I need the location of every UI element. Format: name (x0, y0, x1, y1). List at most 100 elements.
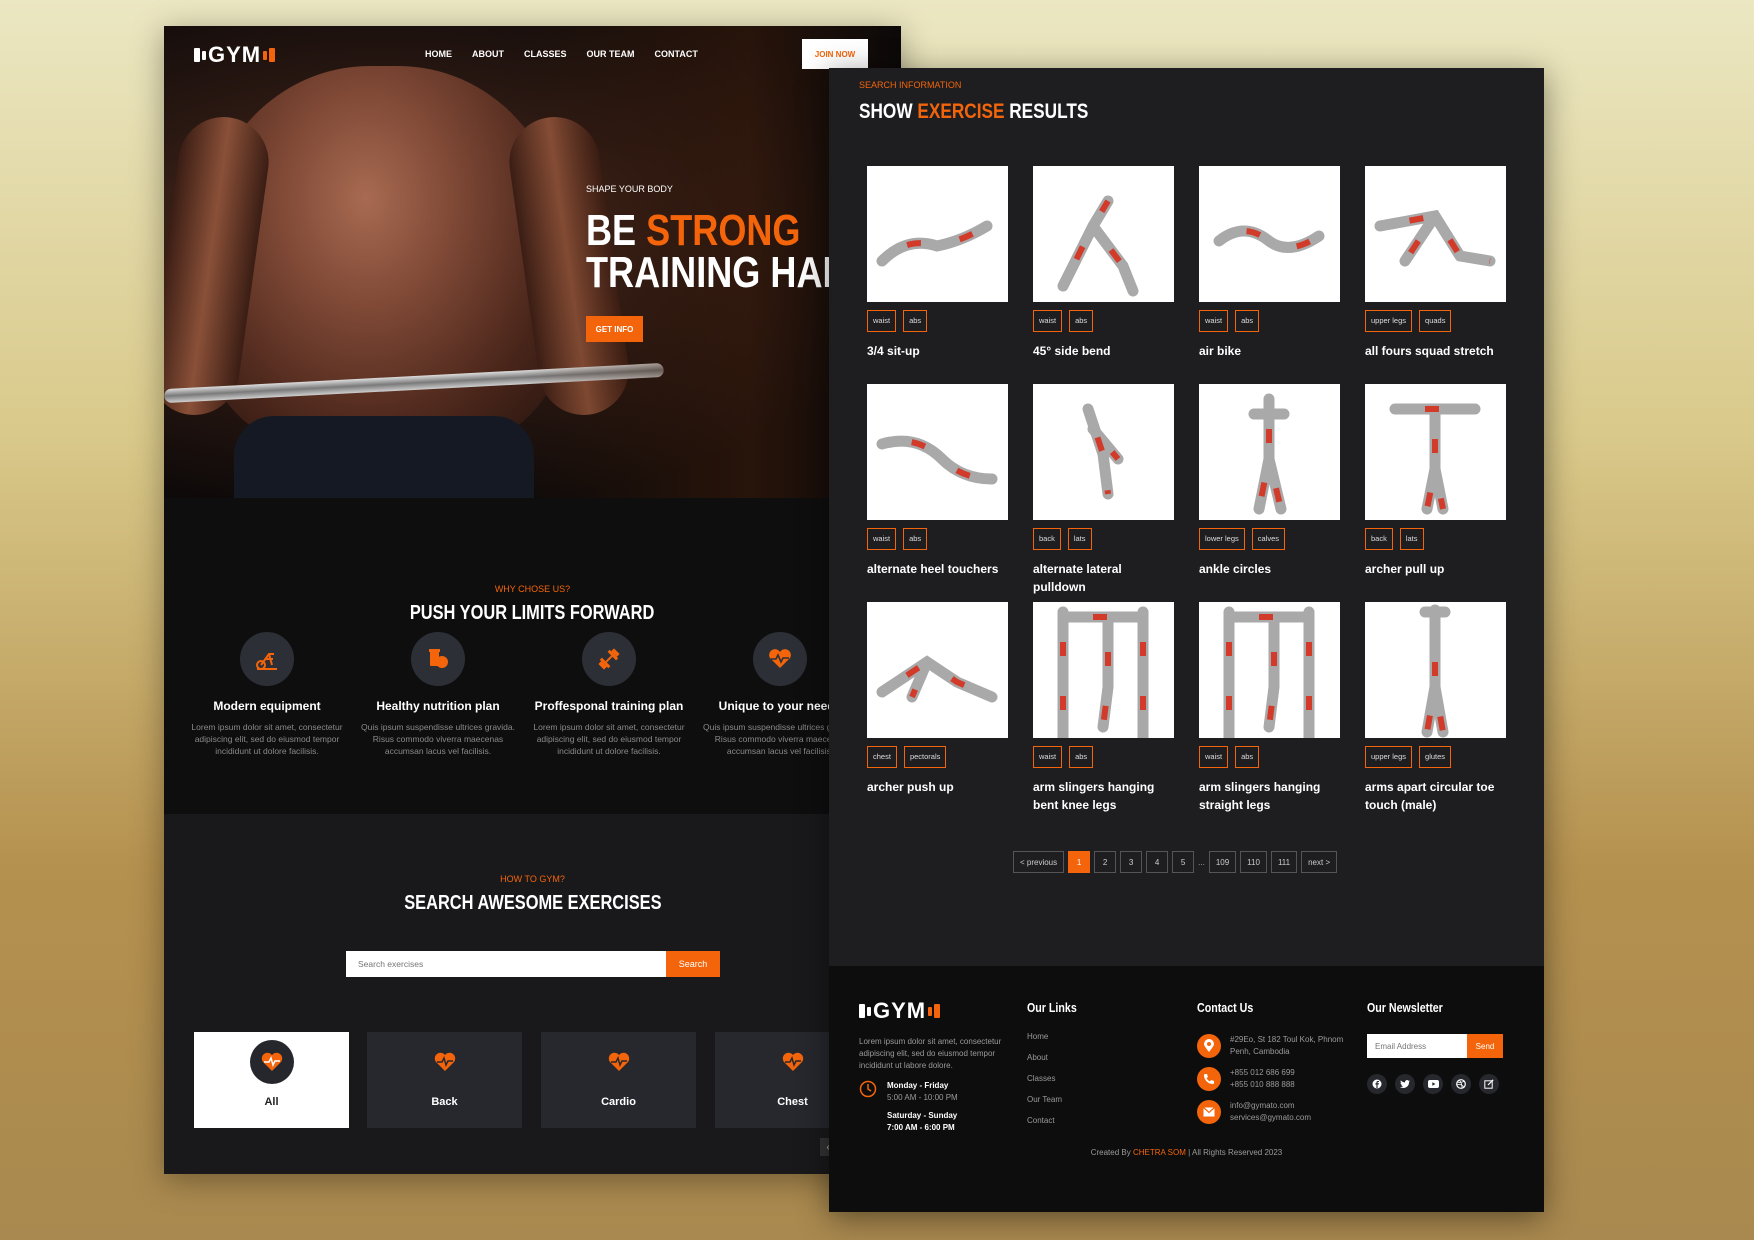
footer-logo[interactable]: GYM (859, 998, 941, 1024)
exercise-name[interactable]: arms apart circular toe touch (male) (1365, 778, 1506, 814)
body-part-tag[interactable]: waist (1033, 746, 1063, 768)
exercise-name[interactable]: 45° side bend (1033, 342, 1174, 360)
search-input[interactable] (346, 951, 666, 977)
footer-link-about[interactable]: About (1027, 1053, 1062, 1062)
nav-classes[interactable]: CLASSES (524, 49, 567, 59)
exercise-name[interactable]: 3/4 sit-up (867, 342, 1008, 360)
exercise-card[interactable]: waist abs arm slingers hanging straight le… (1199, 602, 1340, 814)
body-part-tag[interactable]: waist (1033, 310, 1063, 332)
nav-about[interactable]: ABOUT (472, 49, 504, 59)
target-muscle-tag[interactable]: lats (1067, 528, 1092, 550)
body-part-tag[interactable]: waist (867, 310, 897, 332)
email-line-1[interactable]: info@gymato.com (1230, 1100, 1311, 1112)
page-110[interactable]: 110 (1240, 851, 1267, 873)
exercise-image[interactable] (867, 602, 1008, 738)
exercise-image[interactable] (1365, 166, 1506, 302)
newsletter-email-input[interactable] (1367, 1034, 1467, 1058)
exercise-image[interactable] (1365, 602, 1506, 738)
dribbble-icon[interactable] (1451, 1074, 1471, 1094)
page-4[interactable]: 4 (1146, 851, 1169, 873)
exercise-image[interactable] (1033, 602, 1174, 738)
exercise-card[interactable]: waist abs arm slingers hanging bent knee l… (1033, 602, 1174, 814)
join-now-button[interactable]: JOIN NOW (802, 39, 868, 69)
nav-contact[interactable]: CONTACT (655, 49, 698, 59)
facebook-icon[interactable] (1367, 1074, 1387, 1094)
target-muscle-tag[interactable]: abs (903, 310, 928, 332)
page-111[interactable]: 111 (1270, 851, 1298, 873)
email-line-2[interactable]: services@gymato.com (1230, 1112, 1311, 1124)
body-part-tag[interactable]: waist (867, 528, 897, 550)
exercise-name[interactable]: air bike (1199, 342, 1340, 360)
target-muscle-tag[interactable]: glutes (1419, 746, 1452, 768)
target-muscle-tag[interactable]: abs (1235, 746, 1260, 768)
exercise-image[interactable] (1033, 384, 1174, 520)
target-muscle-tag[interactable]: abs (1235, 310, 1260, 332)
body-part-tag[interactable]: lower legs (1199, 528, 1245, 550)
exercise-card[interactable]: back lats archer pull up (1365, 384, 1506, 578)
exercise-image[interactable] (1033, 166, 1174, 302)
nav-home[interactable]: HOME (425, 49, 452, 59)
exercise-image[interactable] (867, 384, 1008, 520)
exercise-name[interactable]: arm slingers hanging straight legs (1199, 778, 1340, 814)
target-muscle-tag[interactable]: pectorals (903, 746, 947, 768)
newsletter-send-button[interactable]: Send (1467, 1034, 1503, 1058)
target-muscle-tag[interactable]: calves (1251, 528, 1286, 550)
pagination-next[interactable]: next > (1301, 851, 1338, 873)
footer-link-home[interactable]: Home (1027, 1032, 1062, 1041)
target-muscle-tag[interactable]: abs (1069, 746, 1094, 768)
body-part-tag[interactable]: back (1365, 528, 1393, 550)
exercise-name[interactable]: alternate lateral pulldown (1033, 560, 1174, 596)
exercise-card[interactable]: upper legs glutes arms apart circular toe … (1365, 602, 1506, 814)
body-part-tag[interactable]: upper legs (1365, 746, 1413, 768)
target-muscle-tag[interactable]: abs (903, 528, 928, 550)
exercise-card[interactable]: waist abs alternate heel touchers (867, 384, 1008, 578)
exercise-image[interactable] (1199, 602, 1340, 738)
exercise-card[interactable]: chest pectorals archer push up (867, 602, 1008, 796)
copyright-author-link[interactable]: CHETRA SOM (1133, 1148, 1186, 1157)
exercise-card[interactable]: upper legs quads all fours squad stretch (1365, 166, 1506, 360)
exercise-card[interactable]: waist abs air bike (1199, 166, 1340, 360)
footer-link-classes[interactable]: Classes (1027, 1074, 1062, 1083)
nav-our-team[interactable]: OUR TEAM (587, 49, 635, 59)
search-button[interactable]: Search (666, 951, 720, 977)
body-part-tag[interactable]: upper legs (1365, 310, 1413, 332)
pagination-previous[interactable]: < previous (1013, 851, 1065, 873)
footer-link-contact[interactable]: Contact (1027, 1116, 1062, 1125)
page-109[interactable]: 109 (1208, 851, 1237, 873)
category-all[interactable]: All (194, 1032, 349, 1128)
footer-link-our-team[interactable]: Our Team (1027, 1095, 1062, 1104)
page-5[interactable]: 5 (1172, 851, 1195, 873)
exercise-name[interactable]: arm slingers hanging bent knee legs (1033, 778, 1174, 814)
twitter-icon[interactable] (1395, 1074, 1415, 1094)
exercise-name[interactable]: ankle circles (1199, 560, 1340, 578)
exercise-card[interactable]: waist abs 3/4 sit-up (867, 166, 1008, 360)
category-back[interactable]: Back (367, 1032, 522, 1128)
exercise-name[interactable]: archer push up (867, 778, 1008, 796)
get-info-button[interactable]: GET INFO (586, 316, 643, 342)
exercise-name[interactable]: all fours squad stretch (1365, 342, 1506, 360)
exercise-image[interactable] (1199, 384, 1340, 520)
exercise-image[interactable] (1365, 384, 1506, 520)
body-part-tag[interactable]: waist (1199, 310, 1229, 332)
edit-icon[interactable] (1479, 1074, 1499, 1094)
body-part-tag[interactable]: waist (1199, 746, 1229, 768)
exercise-card[interactable]: lower legs calves ankle circles (1199, 384, 1340, 578)
exercise-name[interactable]: alternate heel touchers (867, 560, 1008, 578)
page-2[interactable]: 2 (1094, 851, 1117, 873)
phone-line-2[interactable]: +855 010 888 888 (1230, 1079, 1295, 1091)
page-1[interactable]: 1 (1068, 851, 1091, 873)
category-cardio[interactable]: Cardio (541, 1032, 696, 1128)
exercise-card[interactable]: back lats alternate lateral pulldown (1033, 384, 1174, 596)
exercise-name[interactable]: archer pull up (1365, 560, 1506, 578)
phone-line-1[interactable]: +855 012 686 699 (1230, 1067, 1295, 1079)
target-muscle-tag[interactable]: abs (1069, 310, 1094, 332)
exercise-card[interactable]: waist abs 45° side bend (1033, 166, 1174, 360)
logo[interactable]: GYM (194, 42, 276, 68)
target-muscle-tag[interactable]: lats (1399, 528, 1424, 550)
body-part-tag[interactable]: chest (867, 746, 897, 768)
page-3[interactable]: 3 (1120, 851, 1143, 873)
exercise-image[interactable] (1199, 166, 1340, 302)
youtube-icon[interactable] (1423, 1074, 1443, 1094)
exercise-image[interactable] (867, 166, 1008, 302)
target-muscle-tag[interactable]: quads (1419, 310, 1452, 332)
